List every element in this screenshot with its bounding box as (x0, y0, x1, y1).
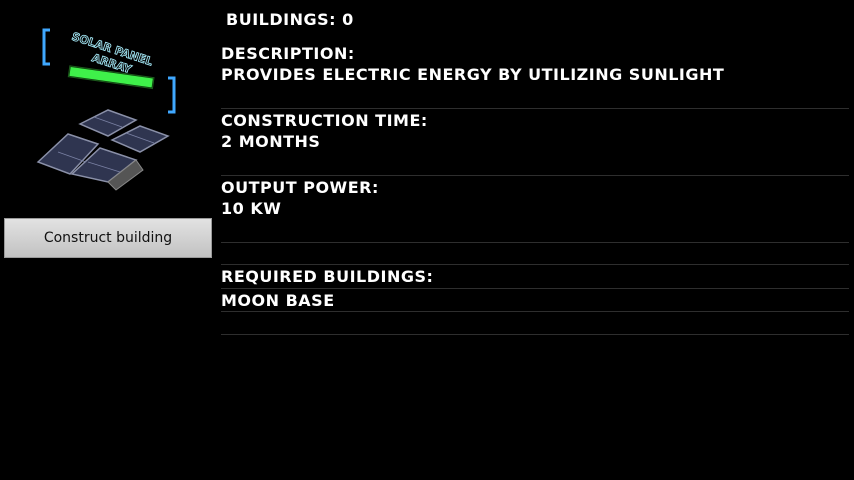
divider (221, 242, 849, 243)
construction-time-label: CONSTRUCTION TIME: (221, 111, 428, 130)
description-value: PROVIDES ELECTRIC ENERGY BY UTILIZING SU… (221, 65, 725, 84)
required-building-name: MOON BASE (221, 291, 335, 310)
description-section: DESCRIPTION: PROVIDES ELECTRIC ENERGY BY… (221, 43, 849, 85)
buildings-count: BUILDINGS: 0 (226, 10, 354, 29)
divider (221, 175, 849, 176)
construction-time-value: 2 MONTHS (221, 132, 321, 151)
frame-bracket-right (168, 76, 176, 114)
output-power-section: OUTPUT POWER: 10 KW (221, 177, 849, 219)
output-power-label: OUTPUT POWER: (221, 178, 379, 197)
required-buildings-section: REQUIRED BUILDINGS: (221, 266, 849, 287)
divider (221, 264, 849, 265)
solar-panels-graphic (36, 109, 170, 191)
required-buildings-label: REQUIRED BUILDINGS: (221, 267, 434, 286)
output-power-value: 10 KW (221, 199, 282, 218)
divider (221, 108, 849, 109)
frame-bracket-left (42, 28, 50, 66)
solar-panel-array-image: SOLAR PANEL ARRAY (36, 28, 176, 191)
divider (221, 288, 849, 289)
construct-building-button[interactable]: Construct building (4, 218, 212, 258)
divider (221, 334, 849, 335)
required-building-item: MOON BASE (221, 290, 849, 311)
divider (221, 311, 849, 312)
description-label: DESCRIPTION: (221, 44, 355, 63)
construction-time-section: CONSTRUCTION TIME: 2 MONTHS (221, 110, 849, 152)
